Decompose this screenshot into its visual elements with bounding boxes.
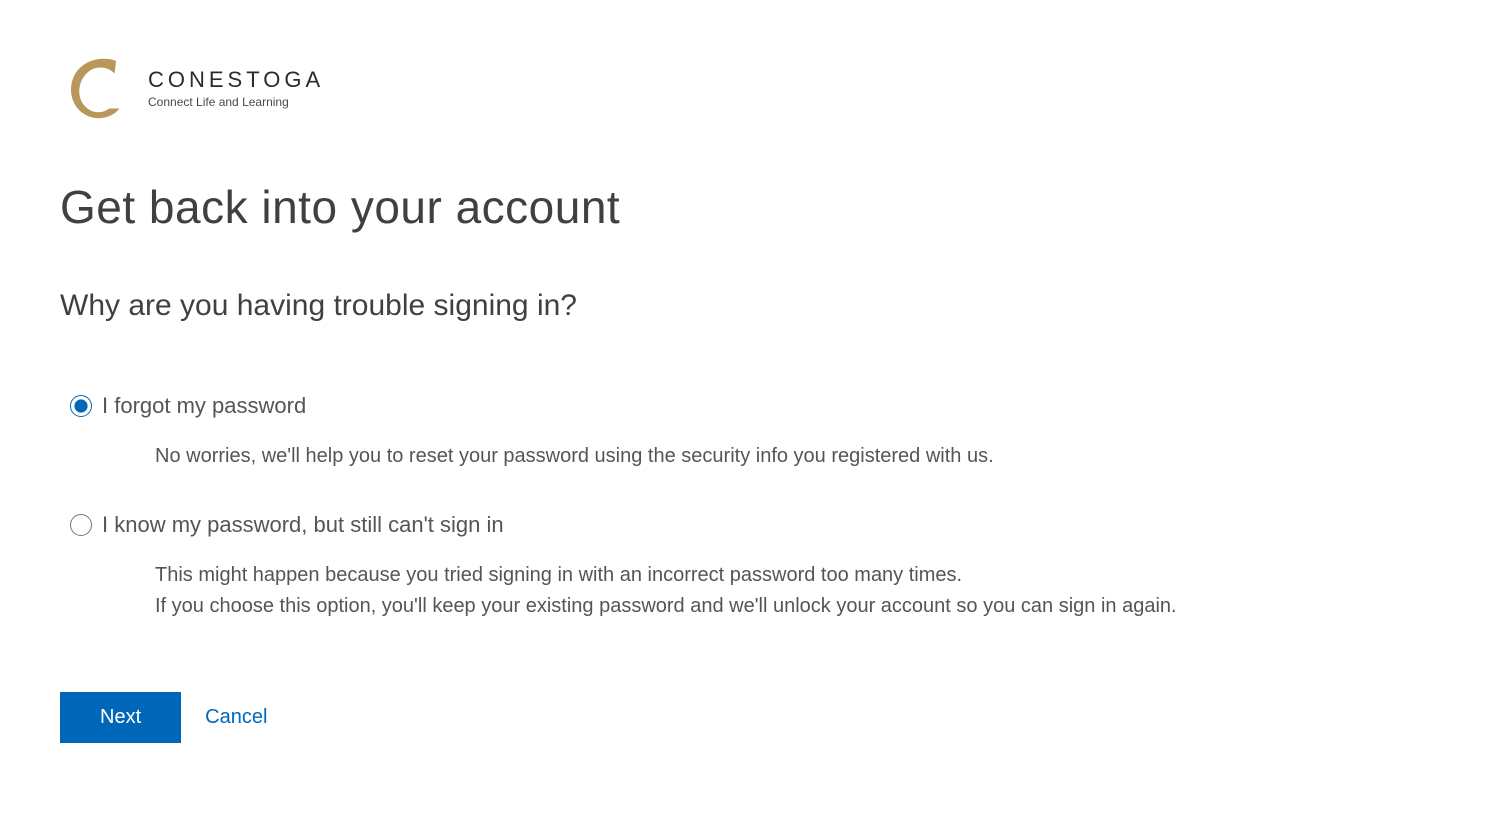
page-title: Get back into your account (60, 180, 1440, 234)
logo-name: CONESTOGA (148, 67, 324, 93)
logo-tagline: Connect Life and Learning (148, 95, 324, 109)
radio-know-password[interactable] (70, 514, 92, 536)
action-bar: Next Cancel (60, 692, 1440, 743)
cancel-button[interactable]: Cancel (205, 706, 267, 729)
option-know-password: I know my password, but still can't sign… (60, 512, 1440, 622)
description-forgot-password: No worries, we'll help you to reset your… (155, 441, 1440, 472)
radio-forgot-password[interactable] (70, 395, 92, 417)
next-button[interactable]: Next (60, 692, 181, 743)
subtitle: Why are you having trouble signing in? (60, 289, 1440, 323)
logo-text: CONESTOGA Connect Life and Learning (148, 67, 324, 109)
label-know-password[interactable]: I know my password, but still can't sign… (102, 512, 504, 538)
option-forgot-password: I forgot my password No worries, we'll h… (60, 393, 1440, 472)
logo-area: CONESTOGA Connect Life and Learning (60, 50, 1440, 125)
conestoga-logo-icon (60, 50, 130, 125)
label-forgot-password[interactable]: I forgot my password (102, 393, 306, 419)
description-know-password: This might happen because you tried sign… (155, 560, 1440, 622)
